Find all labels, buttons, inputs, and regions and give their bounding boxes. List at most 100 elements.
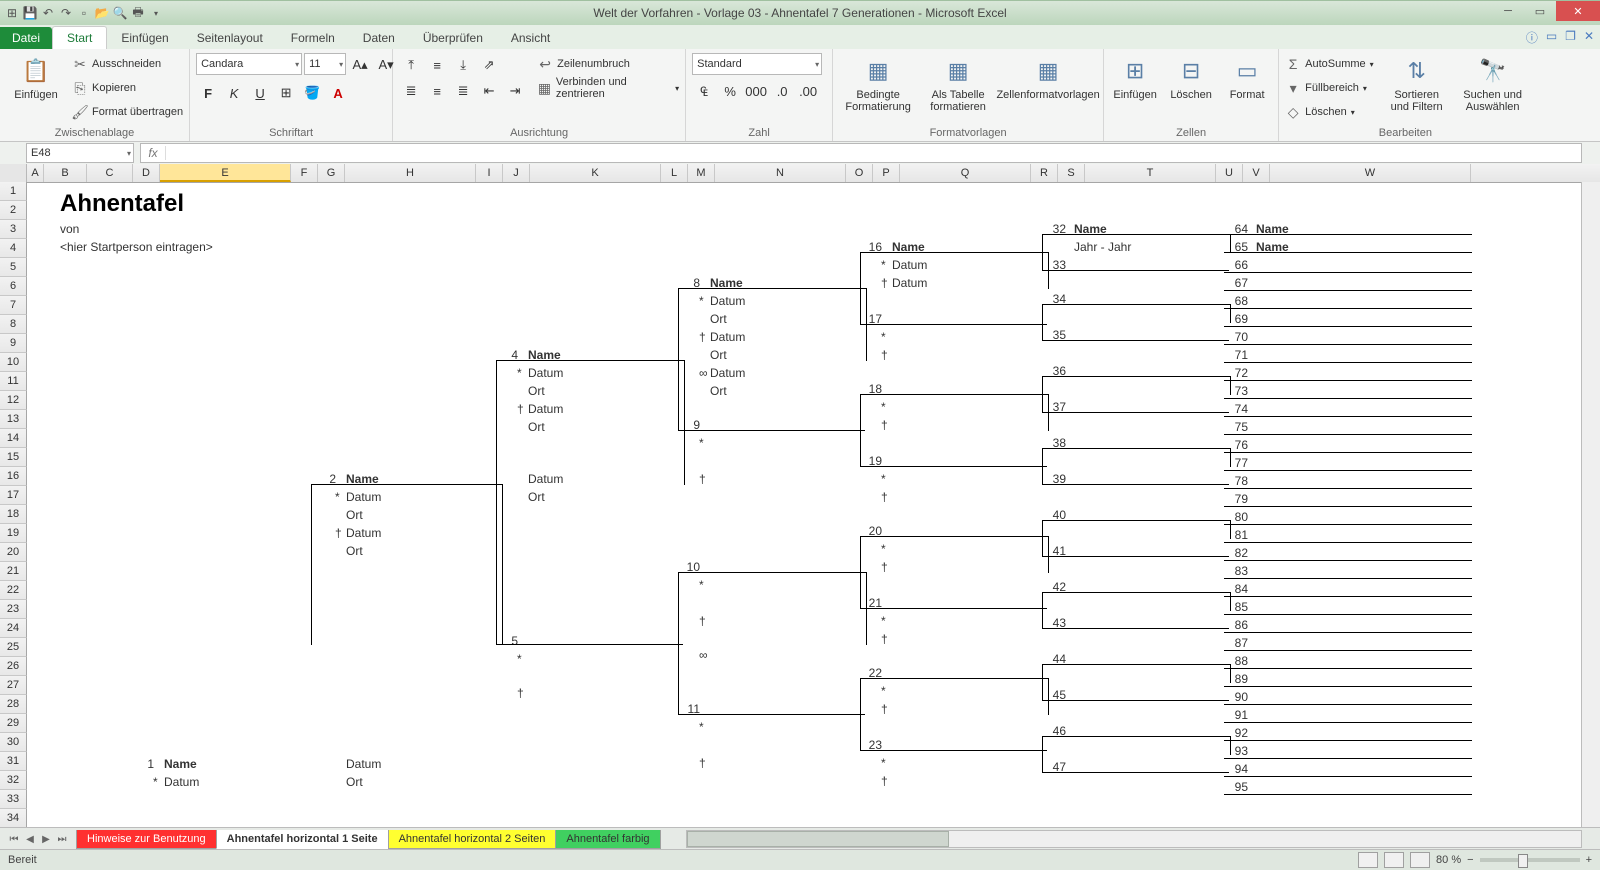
copy-button[interactable]: ⎘Kopieren [72,77,183,99]
grow-font-button[interactable]: A▴ [348,53,372,77]
name-box[interactable]: E48▾ [26,143,134,163]
file-tab[interactable]: Datei [0,27,52,49]
paste-button[interactable]: 📋 Einfügen [6,53,66,101]
close-button[interactable]: ✕ [1556,1,1600,21]
col-H[interactable]: H [345,164,476,182]
fill-button[interactable]: ▾Füllbereich▾ [1285,77,1374,99]
horizontal-scrollbar[interactable] [686,830,1582,848]
vertical-scrollbar[interactable] [1581,182,1600,828]
align-center-button[interactable]: ≡ [425,79,449,103]
merge-center-button[interactable]: ▦Verbinden und zentrieren▾ [537,77,679,99]
fx-icon[interactable]: fx [141,146,166,160]
col-W[interactable]: W [1270,164,1471,182]
font-name-combo[interactable]: Candara▾ [196,53,302,75]
view-layout-button[interactable] [1384,852,1404,868]
zoom-in-button[interactable]: + [1586,854,1592,866]
number-format-combo[interactable]: Standard▾ [692,53,822,75]
view-normal-button[interactable] [1358,852,1378,868]
col-A[interactable]: A [27,164,44,182]
wrap-text-button[interactable]: ↩Zeilenumbruch [537,53,679,75]
increase-decimal-button[interactable]: .0 [770,79,794,103]
align-right-button[interactable]: ≣ [451,79,475,103]
cell-styles-button[interactable]: ▦Zellenformatvorlagen [999,53,1097,101]
sheet-tab-color[interactable]: Ahnentafel farbig [555,830,660,849]
worksheet-grid[interactable]: A B C D E F G H I J K L M N O P Q R S T … [0,164,1600,828]
col-F[interactable]: F [291,164,318,182]
find-select-button[interactable]: 🔭Suchen und Auswählen [1460,53,1526,113]
autosum-button[interactable]: ΣAutoSumme▾ [1285,53,1374,75]
tab-layout[interactable]: Seitenlayout [183,27,277,49]
sheet-body[interactable]: 1234567891011121314151617181920212223242… [0,182,1582,828]
decrease-indent-button[interactable]: ⇤ [477,79,501,103]
col-B[interactable]: B [44,164,87,182]
percent-button[interactable]: % [718,79,742,103]
format-cells-button[interactable]: ▭Format [1222,53,1272,101]
align-top-button[interactable]: ⤒ [399,53,423,77]
col-D[interactable]: D [133,164,160,182]
col-R[interactable]: R [1031,164,1058,182]
col-G[interactable]: G [318,164,345,182]
ribbon-right-controls: ⓘ ▭ ❐ ✕ [1526,29,1594,46]
restore-icon[interactable]: ❐ [1565,29,1576,46]
align-bottom-button[interactable]: ⤓ [451,53,475,77]
scissors-icon: ✂ [72,56,88,72]
col-C[interactable]: C [87,164,133,182]
underline-button[interactable]: U [248,81,272,105]
font-size-combo[interactable]: 11▾ [304,53,346,75]
border-button[interactable]: ⊞ [274,81,298,105]
col-U[interactable]: U [1216,164,1243,182]
increase-indent-button[interactable]: ⇥ [503,79,527,103]
help-icon[interactable]: ⓘ [1526,29,1538,46]
col-I[interactable]: I [476,164,503,182]
insert-cells-button[interactable]: ⊞Einfügen [1110,53,1160,101]
tab-review[interactable]: Überprüfen [409,27,497,49]
conditional-formatting-button[interactable]: ▦Bedingte Formatierung [839,53,917,113]
view-break-button[interactable] [1410,852,1430,868]
col-S[interactable]: S [1058,164,1085,182]
col-N[interactable]: N [715,164,846,182]
col-K[interactable]: K [530,164,661,182]
minimize-button[interactable]: ─ [1492,1,1524,21]
zoom-slider[interactable] [1480,858,1580,862]
tab-data[interactable]: Daten [349,27,409,49]
sheet-nav[interactable]: ⏮◀▶⏭ [0,834,76,845]
fill-color-button[interactable]: 🪣 [300,81,324,105]
sheet-tab-2pages[interactable]: Ahnentafel horizontal 2 Seiten [388,830,557,849]
col-V[interactable]: V [1243,164,1270,182]
bold-button[interactable]: F [196,81,220,105]
thousands-button[interactable]: 000 [744,79,768,103]
col-L[interactable]: L [661,164,688,182]
tab-start[interactable]: Start [52,26,107,49]
tab-view[interactable]: Ansicht [497,27,564,49]
formula-input[interactable]: fx [140,143,1582,163]
select-all-corner[interactable] [0,164,27,182]
close-workbook-icon[interactable]: ✕ [1584,29,1594,46]
sheet-tab-1page[interactable]: Ahnentafel horizontal 1 Seite [216,830,389,849]
align-left-button[interactable]: ≣ [399,79,423,103]
col-J[interactable]: J [503,164,530,182]
font-color-button[interactable]: A [326,81,350,105]
align-middle-button[interactable]: ≡ [425,53,449,77]
col-M[interactable]: M [688,164,715,182]
italic-button[interactable]: K [222,81,246,105]
sort-filter-button[interactable]: ⇅Sortieren und Filtern [1384,53,1450,113]
minimize-ribbon-icon[interactable]: ▭ [1546,29,1557,46]
col-E[interactable]: E [160,164,291,182]
delete-cells-button[interactable]: ⊟Löschen [1166,53,1216,101]
decrease-decimal-button[interactable]: .00 [796,79,820,103]
format-painter-button[interactable]: 🖌Format übertragen [72,101,183,123]
sheet-tab-hints[interactable]: Hinweise zur Benutzung [76,830,217,849]
tab-insert[interactable]: Einfügen [107,27,182,49]
col-Q[interactable]: Q [900,164,1031,182]
orientation-button[interactable]: ⇗ [477,53,501,77]
tab-formulas[interactable]: Formeln [277,27,349,49]
maximize-button[interactable]: ▭ [1524,1,1556,21]
format-as-table-button[interactable]: ▦Als Tabelle formatieren [923,53,993,113]
cut-button[interactable]: ✂Ausschneiden [72,53,183,75]
zoom-out-button[interactable]: − [1467,854,1473,866]
currency-button[interactable]: ₠ [692,79,716,103]
col-T[interactable]: T [1085,164,1216,182]
col-O[interactable]: O [846,164,873,182]
clear-button[interactable]: ◇Löschen▾ [1285,101,1374,123]
col-P[interactable]: P [873,164,900,182]
